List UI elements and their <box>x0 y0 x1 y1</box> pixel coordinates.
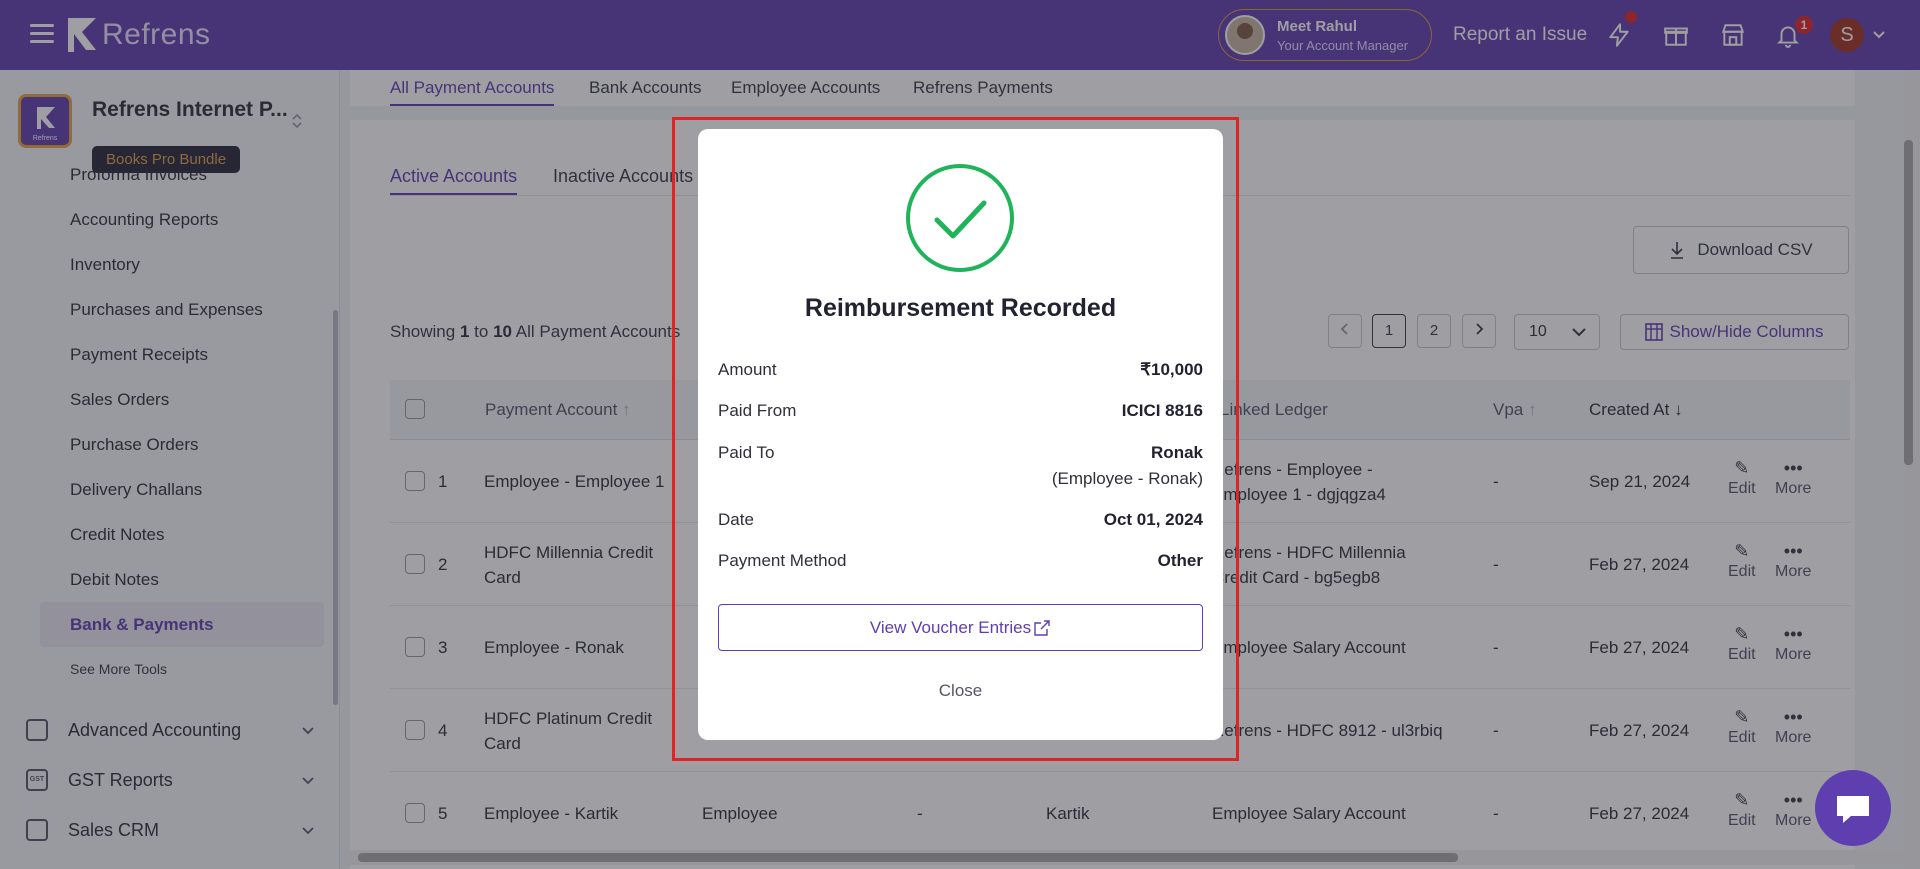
amount-value: ₹10,000 <box>1140 360 1203 379</box>
paid-to-subtext: (Employee - Ronak) <box>1051 469 1203 488</box>
close-button[interactable]: Close <box>698 681 1223 701</box>
detail-label: Paid To <box>718 443 775 462</box>
detail-label: Date <box>718 510 754 529</box>
modal-title: Reimbursement Recorded <box>804 294 1117 322</box>
external-link-icon <box>1034 619 1050 636</box>
chat-support-button[interactable] <box>1815 770 1891 846</box>
paid-from-value: ICICI 8816 <box>1121 401 1203 420</box>
success-check-icon <box>906 164 1014 272</box>
voucher-button-label: View Voucher Entries <box>869 617 1032 637</box>
view-voucher-entries-button[interactable]: View Voucher Entries <box>718 604 1203 651</box>
payment-method-value: Other <box>1157 551 1203 570</box>
detail-label: Payment Method <box>718 551 847 570</box>
paid-to-value: Ronak <box>1151 443 1203 462</box>
detail-label: Paid From <box>718 401 797 420</box>
chat-icon <box>1837 796 1869 823</box>
detail-label: Amount <box>718 360 777 379</box>
reimbursement-success-modal: Reimbursement Recorded Amount ₹10,000 Pa… <box>698 129 1223 740</box>
date-value: Oct 01, 2024 <box>1103 510 1203 529</box>
